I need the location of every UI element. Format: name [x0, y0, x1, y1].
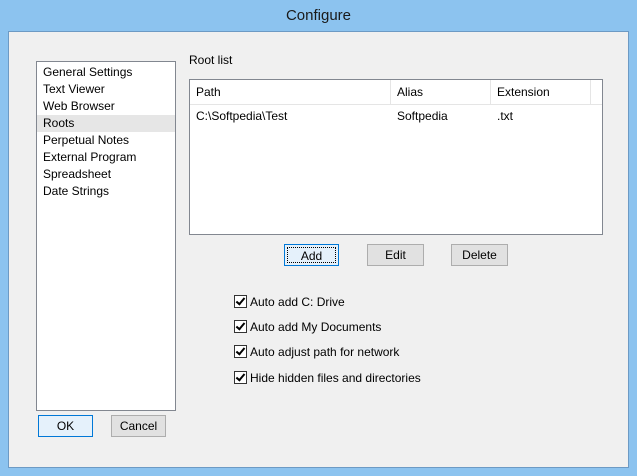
- column-header-path[interactable]: Path: [190, 80, 391, 104]
- option-hide-hidden-files[interactable]: Hide hidden files and directories: [234, 370, 421, 386]
- settings-category-list[interactable]: General Settings Text Viewer Web Browser…: [36, 61, 176, 411]
- option-auto-add-my-documents[interactable]: Auto add My Documents: [234, 319, 381, 335]
- table-row[interactable]: C:\Softpedia\Test Softpedia .txt: [190, 106, 602, 126]
- sidebar-item-perpetual-notes[interactable]: Perpetual Notes: [37, 132, 175, 149]
- option-label: Hide hidden files and directories: [250, 371, 421, 385]
- delete-button[interactable]: Delete: [451, 244, 508, 266]
- sidebar-item-spreadsheet[interactable]: Spreadsheet: [37, 166, 175, 183]
- edit-button[interactable]: Edit: [367, 244, 424, 266]
- sidebar-item-general-settings[interactable]: General Settings: [37, 64, 175, 81]
- checkbox-checked[interactable]: [234, 295, 247, 309]
- check-icon: [235, 371, 246, 382]
- option-auto-adjust-path[interactable]: Auto adjust path for network: [234, 344, 399, 360]
- sidebar-item-text-viewer[interactable]: Text Viewer: [37, 81, 175, 98]
- column-header-extension[interactable]: Extension: [491, 80, 591, 104]
- check-icon: [235, 320, 246, 331]
- cancel-button[interactable]: Cancel: [111, 415, 166, 437]
- configure-window: Configure General Settings Text Viewer W…: [0, 0, 637, 476]
- checkbox-checked[interactable]: [234, 345, 247, 359]
- add-button[interactable]: Add: [284, 244, 339, 266]
- option-label: Auto add C: Drive: [250, 295, 345, 309]
- check-icon: [235, 345, 246, 356]
- cell-extension: .txt: [497, 109, 514, 123]
- dialog-body: General Settings Text Viewer Web Browser…: [8, 31, 629, 468]
- check-icon: [235, 295, 246, 306]
- cell-path: C:\Softpedia\Test: [196, 109, 288, 123]
- root-list-label: Root list: [189, 53, 233, 67]
- window-title[interactable]: Configure: [0, 0, 637, 31]
- table-header: Path Alias Extension: [190, 80, 602, 105]
- sidebar-item-web-browser[interactable]: Web Browser: [37, 98, 175, 115]
- checkbox-checked[interactable]: [234, 371, 247, 385]
- root-list-table[interactable]: Path Alias Extension C:\Softpedia\Test S…: [189, 79, 603, 235]
- checkbox-checked[interactable]: [234, 320, 247, 334]
- option-label: Auto adjust path for network: [250, 345, 400, 359]
- cell-alias: Softpedia: [397, 109, 448, 123]
- sidebar-item-date-strings[interactable]: Date Strings: [37, 183, 175, 200]
- sidebar-item-roots[interactable]: Roots: [37, 115, 175, 132]
- column-header-alias[interactable]: Alias: [391, 80, 491, 104]
- add-button-label: Add: [287, 247, 336, 263]
- sidebar-item-external-program[interactable]: External Program: [37, 149, 175, 166]
- option-auto-add-c-drive[interactable]: Auto add C: Drive: [234, 294, 345, 310]
- ok-button[interactable]: OK: [38, 415, 93, 437]
- option-label: Auto add My Documents: [250, 320, 382, 334]
